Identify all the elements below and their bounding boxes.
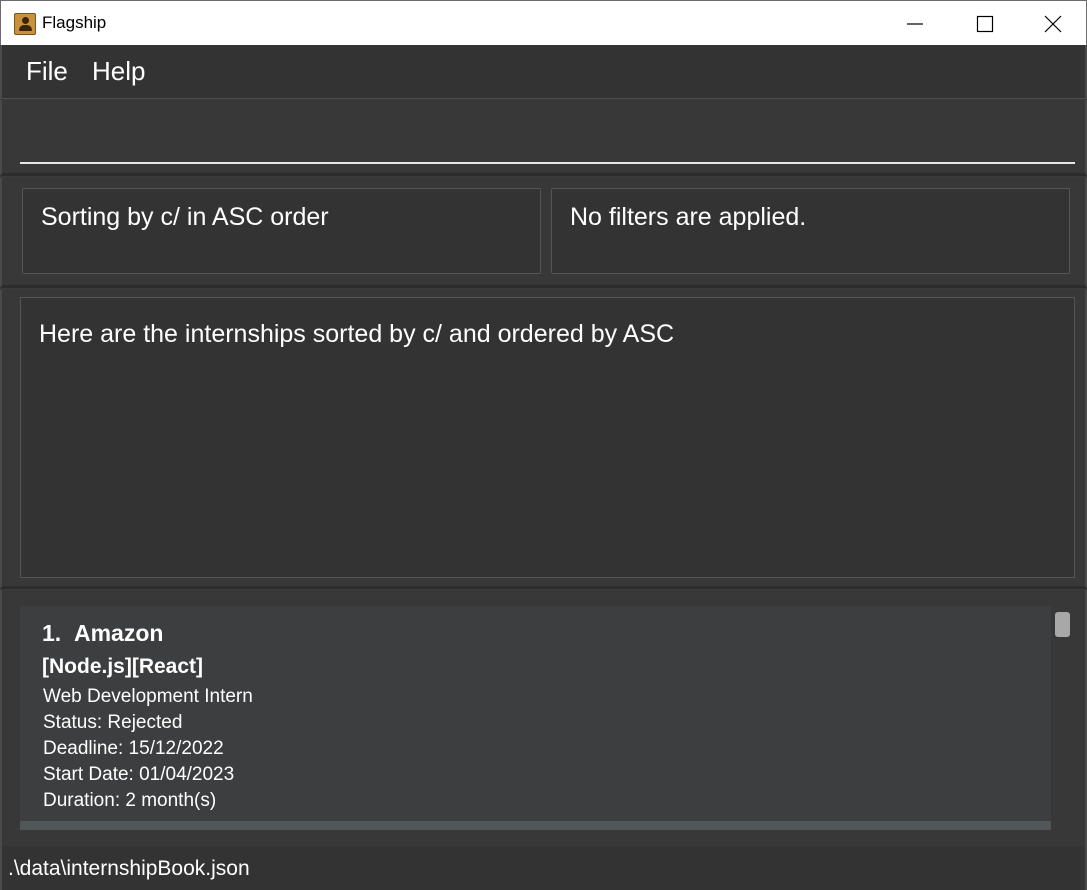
card-start-date: Start Date: 01/04/2023 (43, 764, 235, 785)
card-divider (20, 821, 1051, 830)
minimize-button[interactable] (880, 1, 950, 46)
status-row: Sorting by c/ in ASC order No filters ar… (0, 178, 1087, 288)
list-scrollbar[interactable] (1055, 612, 1070, 637)
menu-file[interactable]: File (26, 56, 68, 87)
result-display: Here are the internships sorted by c/ an… (0, 290, 1087, 589)
title-bar: Flagship (0, 0, 1087, 45)
internship-card[interactable]: 1. Amazon [Node.js][React] Web Developme… (20, 606, 1051, 830)
command-box (0, 100, 1087, 176)
close-button[interactable] (1018, 1, 1087, 46)
card-status: Status: Rejected (43, 712, 183, 733)
result-text-area[interactable]: Here are the internships sorted by c/ an… (20, 297, 1075, 578)
maximize-button[interactable] (950, 1, 1020, 46)
app-icon (14, 13, 36, 35)
card-company: Amazon (74, 620, 164, 646)
data-file-path: .\data\internshipBook.json (8, 857, 250, 880)
result-message: Here are the internships sorted by c/ an… (39, 320, 675, 348)
menu-help[interactable]: Help (92, 56, 145, 87)
card-deadline: Deadline: 15/12/2022 (43, 738, 224, 759)
card-duration: Duration: 2 month(s) (43, 790, 217, 811)
menu-bar: File Help (0, 45, 1087, 99)
filter-status-panel: No filters are applied. (551, 188, 1070, 274)
card-role: Web Development Intern (43, 686, 253, 707)
maximize-icon (976, 15, 994, 33)
close-icon (1044, 15, 1062, 33)
status-bar: .\data\internshipBook.json (0, 846, 1087, 890)
window-title: Flagship (42, 13, 107, 32)
card-index: 1. (42, 620, 62, 646)
sort-status-panel: Sorting by c/ in ASC order (22, 188, 541, 274)
card-tags: [Node.js][React] (42, 655, 204, 678)
minimize-icon (907, 23, 923, 25)
filter-status-text: No filters are applied. (570, 203, 807, 231)
command-input[interactable] (20, 116, 1075, 164)
internship-list: 1. Amazon [Node.js][React] Web Developme… (0, 590, 1087, 846)
sort-status-text: Sorting by c/ in ASC order (41, 203, 329, 231)
